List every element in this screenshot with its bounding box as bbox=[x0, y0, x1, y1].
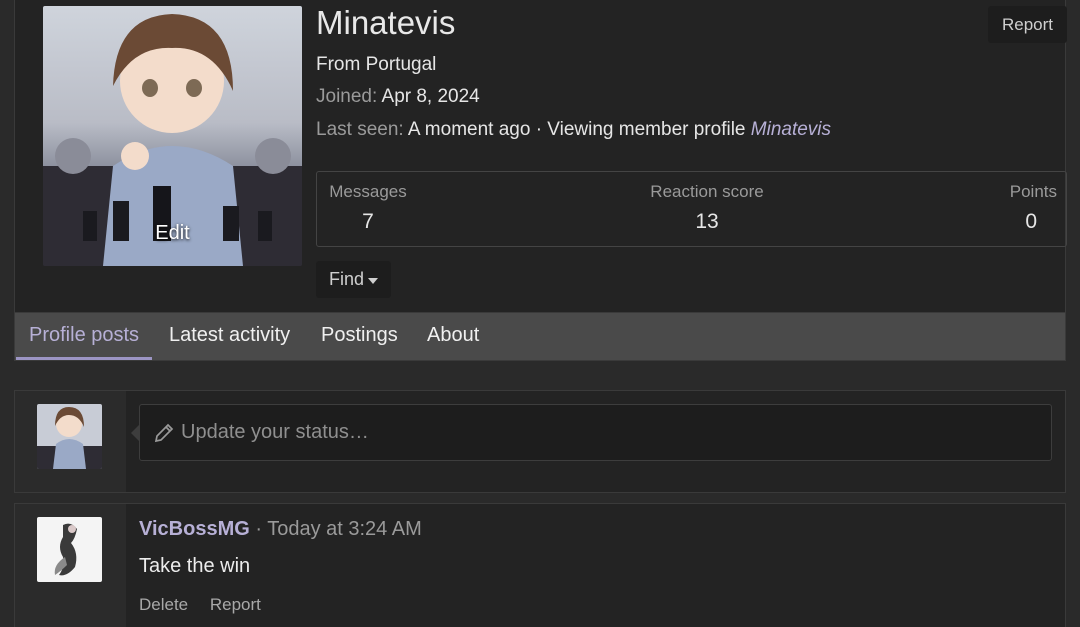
profile-header-card: Edit Minatevis Report From Portugal Join… bbox=[14, 0, 1067, 312]
profile-stats: Messages 7 Reaction score 13 Points 0 bbox=[316, 171, 1067, 247]
post-author-link[interactable]: VicBossMG bbox=[139, 518, 250, 540]
stat-messages-label: Messages bbox=[329, 182, 407, 201]
tab-postings[interactable]: Postings bbox=[308, 313, 411, 360]
joined-label: Joined: bbox=[316, 86, 378, 107]
post-header: VicBossMG · Today at 3:24 AM bbox=[139, 518, 422, 541]
stat-points-label: Points bbox=[1009, 182, 1057, 201]
joined-line: Joined: Apr 8, 2024 bbox=[316, 86, 480, 108]
tab-about[interactable]: About bbox=[414, 313, 492, 360]
post-separator: · bbox=[249, 518, 268, 540]
tab-profile-posts[interactable]: Profile posts bbox=[16, 313, 153, 360]
last-seen-value: A moment ago · Viewing member profile bbox=[407, 119, 746, 140]
stat-points[interactable]: Points 0 bbox=[987, 182, 1057, 234]
find-dropdown-button[interactable]: Find bbox=[316, 261, 391, 298]
location-text: From Portugal bbox=[316, 54, 437, 75]
author-avatar-illustration bbox=[37, 517, 102, 582]
own-avatar[interactable] bbox=[37, 404, 102, 469]
stat-messages-value: 7 bbox=[362, 210, 374, 233]
find-label: Find bbox=[328, 269, 364, 289]
delete-link[interactable]: Delete bbox=[139, 595, 188, 614]
profile-avatar[interactable]: Edit bbox=[43, 6, 302, 266]
avatar-edit-label[interactable]: Edit bbox=[43, 222, 302, 245]
stat-reaction-value: 13 bbox=[695, 210, 719, 233]
post-body: Take the win bbox=[139, 555, 251, 577]
tab-latest-activity[interactable]: Latest activity bbox=[156, 313, 303, 360]
stat-reaction-label: Reaction score bbox=[650, 182, 764, 201]
profile-username: Minatevis bbox=[316, 4, 456, 41]
status-input[interactable]: Update your status… bbox=[131, 404, 1052, 461]
report-link[interactable]: Report bbox=[210, 595, 261, 614]
post-actions: Delete Report bbox=[139, 595, 278, 615]
joined-value: Apr 8, 2024 bbox=[381, 86, 480, 107]
status-placeholder: Update your status… bbox=[181, 421, 369, 443]
last-seen-label: Last seen: bbox=[316, 119, 404, 140]
caret-down-icon bbox=[368, 277, 378, 284]
stat-points-value: 0 bbox=[1025, 210, 1037, 233]
profile-post: VicBossMG · Today at 3:24 AM Take the wi… bbox=[14, 503, 1066, 627]
last-seen-line: Last seen: A moment ago · Viewing member… bbox=[316, 119, 831, 141]
post-timestamp[interactable]: Today at 3:24 AM bbox=[267, 518, 422, 540]
stat-reaction-score[interactable]: Reaction score 13 bbox=[627, 182, 787, 234]
pencil-icon bbox=[154, 423, 174, 442]
own-avatar-illustration bbox=[37, 404, 102, 469]
last-seen-profile-link[interactable]: Minatevis bbox=[751, 119, 831, 140]
stat-messages[interactable]: Messages 7 bbox=[326, 182, 410, 234]
report-button[interactable]: Report bbox=[988, 6, 1067, 43]
profile-tabs: Profile posts Latest activity Postings A… bbox=[14, 312, 1066, 361]
status-update-block: Update your status… bbox=[14, 390, 1066, 493]
post-author-avatar[interactable] bbox=[37, 517, 102, 582]
